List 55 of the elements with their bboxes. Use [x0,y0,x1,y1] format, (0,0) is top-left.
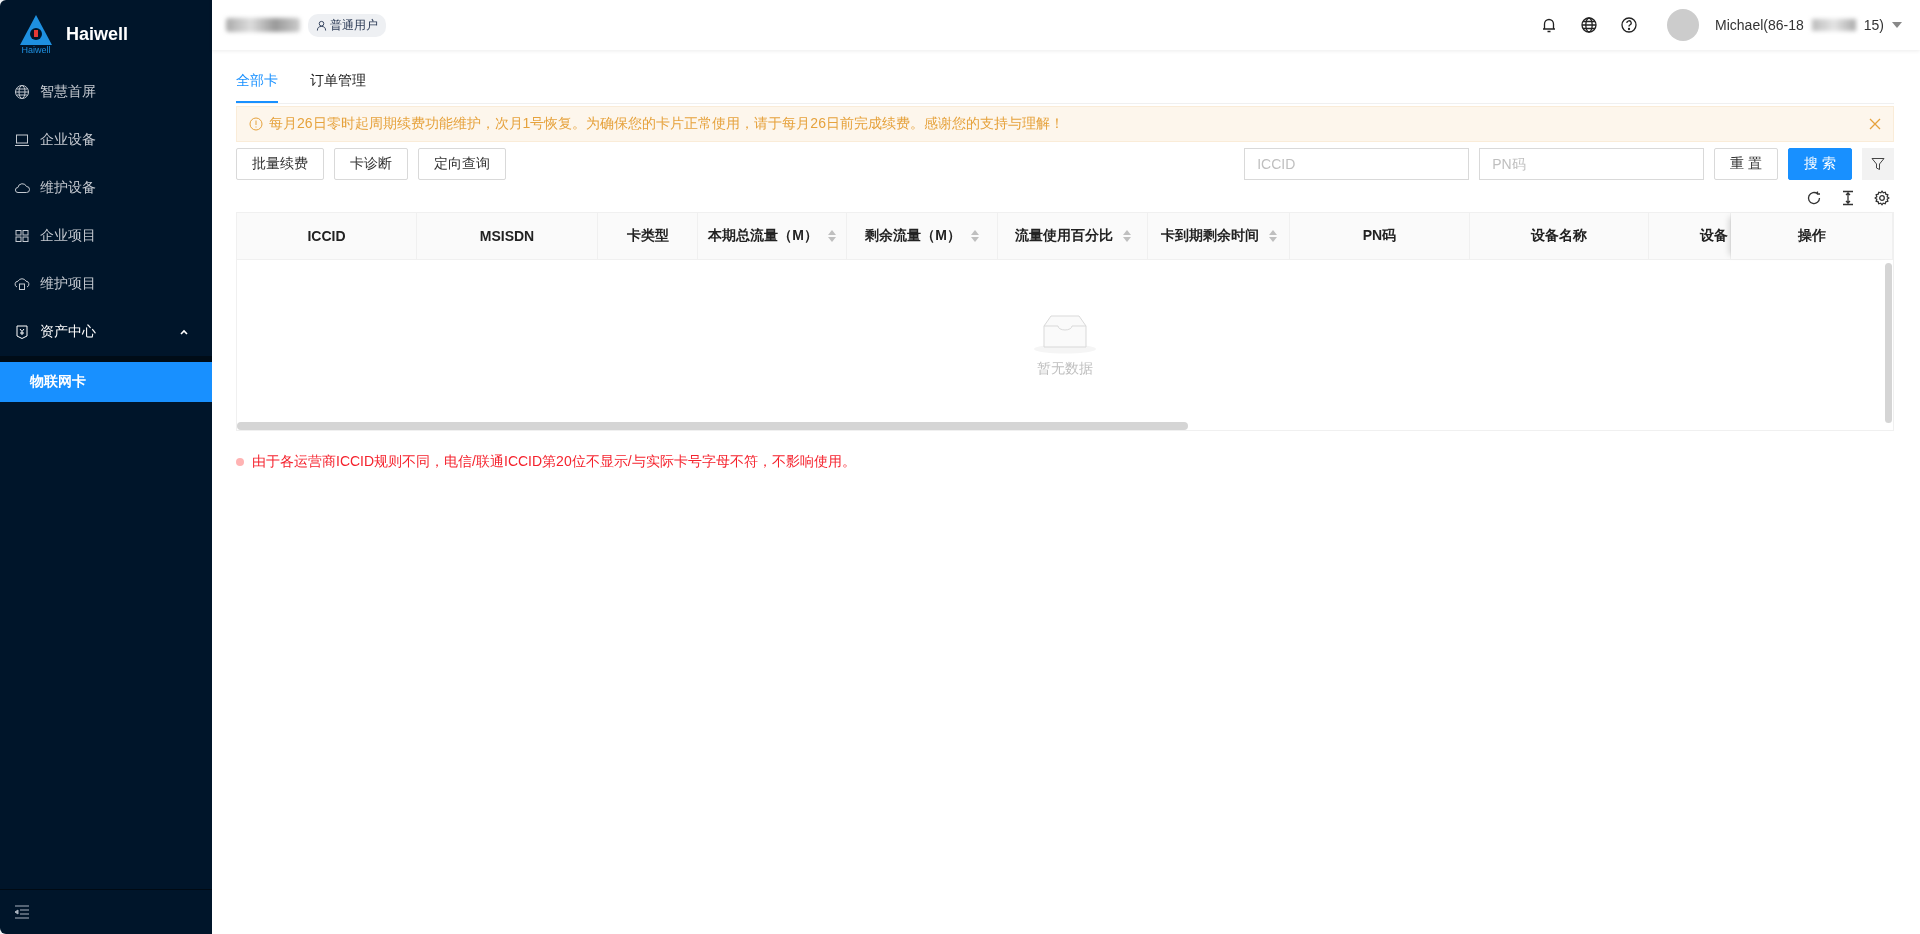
column-header[interactable]: 流量使用百分比 [998,213,1148,259]
grid-icon [14,228,30,244]
column-header: MSISDN [417,213,598,259]
sidebar-item[interactable]: 企业项目 [0,212,212,260]
warning-icon [249,117,263,131]
brand-name: Haiwell [66,23,129,45]
laptop-icon [14,132,30,148]
column-header[interactable]: 剩余流量（M） [847,213,998,259]
filter-icon [1870,156,1886,172]
column-height-icon[interactable] [1840,190,1856,206]
column-header[interactable]: 卡到期剩余时间 [1148,213,1290,259]
redacted-phone-number [1811,19,1856,31]
close-icon[interactable] [1869,118,1881,130]
logo-icon [20,14,52,45]
note-dot [236,458,244,466]
user-name[interactable]: Michael(86-18 [1715,17,1804,33]
column-header: PN码 [1290,213,1470,259]
help-icon[interactable] [1620,16,1639,34]
vertical-scrollbar[interactable] [1885,263,1892,423]
empty-text: 暂无数据 [1037,360,1093,378]
sidebar-item[interactable]: 智慧首屏 [0,68,212,116]
action-button[interactable]: 定向查询 [418,148,506,180]
sidebar-item[interactable]: 维护项目 [0,260,212,308]
horizontal-scrollbar[interactable] [237,422,1188,430]
cloud-server-icon [14,276,30,292]
action-button[interactable]: 批量续费 [236,148,324,180]
tab[interactable]: 订单管理 [310,60,366,103]
empty-inbox-icon [1033,312,1097,354]
cloud-icon [14,180,30,196]
user-name-end[interactable]: 15) [1863,17,1884,33]
pn-field[interactable]: PN码 [1479,148,1705,180]
sidebar-item[interactable]: 企业设备 [0,116,212,164]
action-button[interactable]: 卡诊断 [334,148,408,180]
globe-icon [14,84,30,100]
settings-icon[interactable] [1874,190,1890,206]
user-role-badge: 普通用户 [308,13,386,37]
collapse-menu-icon[interactable] [14,905,30,919]
column-header: 设备名称 [1470,213,1649,259]
reset-button[interactable]: 重 置 [1714,148,1779,180]
logo-caption: Haiwell [21,44,51,55]
alert-text: 每月26日零时起周期续费功能维护，次月1号恢复。为确保您的卡片正常使用，请于每月26日前完成续费。感谢您的支持与理解！ [269,115,1065,133]
column-header: ICCID [237,213,417,259]
iccid-field[interactable]: ICCID [1244,148,1470,180]
dropdown-caret-icon[interactable] [1892,22,1902,28]
column-header: 卡类型 [598,213,698,259]
language-icon[interactable] [1580,16,1599,34]
refresh-icon[interactable] [1806,190,1822,206]
column-header: 操作 [1731,213,1893,259]
column-header: 设备 [1649,213,1731,259]
sidebar-item[interactable]: 维护设备 [0,164,212,212]
sidebar-item[interactable]: 资产中心 [0,308,212,356]
column-header[interactable]: 本期总流量（M） [698,213,847,259]
filter-button[interactable] [1862,148,1894,180]
asset-icon [14,324,30,340]
note-text: 由于各运营商ICCID规则不同，电信/联通ICCID第20位不显示/与实际卡号字母不符，不影响使用。 [252,453,856,471]
